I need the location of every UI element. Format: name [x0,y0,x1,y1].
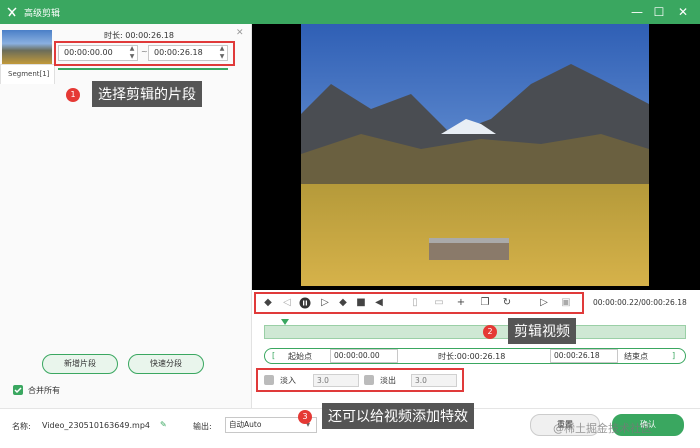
playhead-marker[interactable] [281,319,289,325]
go-start-icon[interactable]: ◆ [261,297,275,309]
segment-progress-line [58,68,228,70]
delete-icon[interactable]: ▭ [432,297,446,309]
segment-duration: 时长: 00:00:26.18 [104,30,174,41]
split-icon[interactable]: ▯ [408,297,422,309]
playback-time-readout: 00:00:00.22/00:00:26.18 [593,298,687,307]
window-title: 高级剪辑 [24,9,61,19]
segment-start-input[interactable]: 00:00:00.00 [58,45,138,61]
volume-icon[interactable]: ◀ [372,297,386,309]
add-icon[interactable]: + [454,297,468,309]
trim-end-input[interactable]: 00:00:26.18 [550,349,618,363]
output-label: 输出: [193,422,212,431]
start-bracket-icon: [ [272,351,276,360]
app-icon [6,6,18,18]
trim-start-input[interactable]: 00:00:00.00 [330,349,398,363]
step-forward-icon[interactable]: ▷ [318,297,332,309]
name-label: 名称: [12,422,31,431]
callout-badge-1: 1 [66,88,80,102]
fade-in-input[interactable]: 3.0 [313,374,359,387]
pause-icon[interactable] [298,297,312,309]
go-end-icon[interactable]: ◆ [336,297,350,309]
merge-all-label: 合并所有 [28,386,60,395]
segment-label: Segment[1] [8,70,50,78]
trim-duration-label: 时长: [438,352,457,361]
duration-value: 00:00:26.18 [125,31,174,40]
add-segment-button[interactable]: 新增片段 [42,354,118,374]
start-stepper[interactable]: ▲ ▼ [127,45,137,61]
undo-icon[interactable]: ↻ [500,297,514,309]
stop-icon[interactable]: ■ [354,297,368,309]
copy-icon[interactable]: ❐ [478,297,492,309]
callout-3: 还可以给视频添加特效 [322,403,474,429]
quick-split-button[interactable]: 快速分段 [128,354,204,374]
watermark: @稀土掘金技术社区 [553,422,652,435]
merge-all-checkbox[interactable] [13,385,23,395]
fade-in-checkbox[interactable] [264,375,274,385]
fade-out-checkbox[interactable] [364,375,374,385]
duration-label: 时长: [104,31,123,40]
close-segment-icon[interactable]: ✕ [236,28,244,38]
end-stepper[interactable]: ▲ ▼ [217,45,227,61]
range-dash: ~ [141,47,148,56]
callout-1: 选择剪辑的片段 [92,81,202,107]
callout-badge-3: 3 [298,410,312,424]
minimize-icon[interactable]: — [626,3,648,21]
video-frame [301,24,649,286]
trim-duration-value: 00:00:26.18 [456,352,506,361]
pencil-icon[interactable]: ✎ [160,420,167,429]
timeline-track[interactable] [264,325,686,339]
mark-in-icon[interactable]: ▷ [537,297,551,309]
fade-out-label: 淡出 [380,376,396,385]
end-bracket-icon: ] [672,351,676,360]
file-name: Video_230510163649.mp4 [42,421,150,430]
start-point-label[interactable]: 起始点 [288,351,312,362]
step-back-icon[interactable]: ◁ [280,297,294,309]
close-icon[interactable]: ✕ [672,3,694,21]
segment-thumbnail[interactable] [2,30,52,64]
fade-out-input[interactable]: 3.0 [411,374,457,387]
maximize-icon[interactable]: ☐ [648,3,670,21]
trim-duration: 时长:00:00:26.18 [438,351,505,362]
segment-end-input[interactable]: 00:00:26.18 [148,45,228,61]
callout-badge-2: 2 [483,325,497,339]
title-bar [0,0,700,24]
fade-in-label: 淡入 [280,376,296,385]
mark-out-icon[interactable]: ▣ [559,297,573,309]
callout-2: 剪辑视频 [508,318,576,344]
end-point-label[interactable]: 结束点 [624,351,648,362]
